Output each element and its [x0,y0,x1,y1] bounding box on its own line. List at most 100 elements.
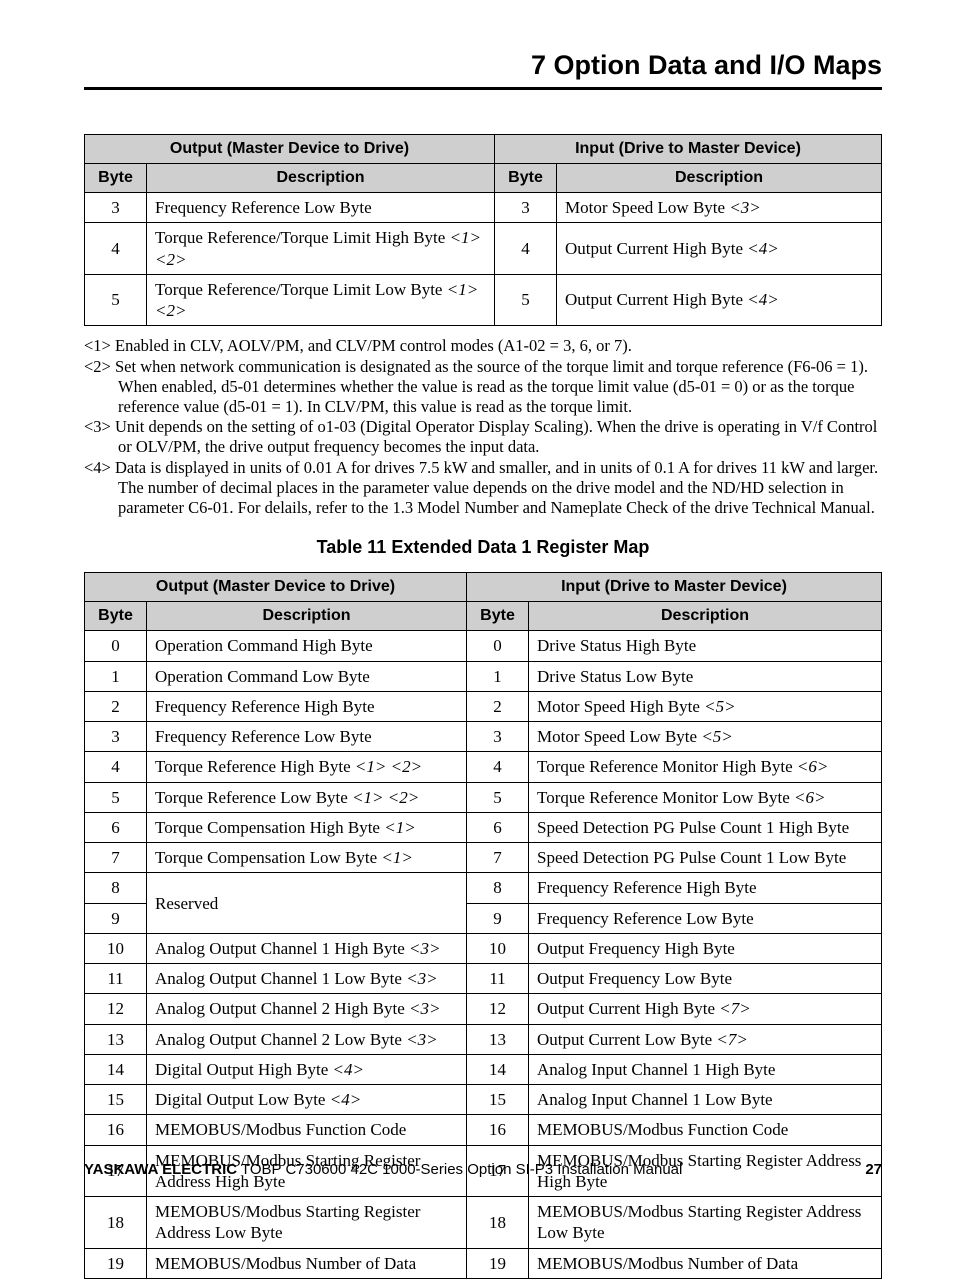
cell-in-byte: 6 [467,812,529,842]
cell-out-desc: Analog Output Channel 1 Low Byte <3> [147,964,467,994]
cell-in-byte: 11 [467,964,529,994]
cell-in-desc: Output Frequency High Byte [529,933,882,963]
table-row: 19MEMOBUS/Modbus Number of Data19MEMOBUS… [85,1248,882,1278]
footnote-line: <1> Enabled in CLV, AOLV/PM, and CLV/PM … [84,336,882,356]
footnote-ref: <4> [747,290,778,309]
cell-out-byte: 8 [85,873,147,903]
cell-in-byte: 19 [467,1248,529,1278]
cell-out-byte: 3 [85,722,147,752]
cell-in-desc: Drive Status Low Byte [529,661,882,691]
footnote-line: <2> Set when network communication is de… [84,357,882,416]
cell-in-byte: 4 [467,752,529,782]
cell-in-desc: Output Current Low Byte <7> [529,1024,882,1054]
cell-out-byte: 4 [85,752,147,782]
cell-out-byte: 1 [85,661,147,691]
table-row: 0Operation Command High Byte0Drive Statu… [85,631,882,661]
cell-in-desc: Motor Speed Low Byte <5> [529,722,882,752]
table-row: 8Reserved8Frequency Reference High Byte [85,873,882,903]
cell-out-byte: 10 [85,933,147,963]
cell-in-byte: 14 [467,1054,529,1084]
cell-out-byte: 16 [85,1115,147,1145]
footnote-ref: <3> [729,198,760,217]
cell-in-byte: 8 [467,873,529,903]
cell-out-byte: 18 [85,1197,147,1249]
footnote-ref: <3> [406,1030,437,1049]
cell-out-desc: Operation Command High Byte [147,631,467,661]
th-byte: Byte [467,602,529,631]
cell-in-desc: Torque Reference Monitor High Byte <6> [529,752,882,782]
cell-out-desc: Torque Compensation Low Byte <1> [147,843,467,873]
cell-in-byte: 7 [467,843,529,873]
th-input: Input (Drive to Master Device) [467,573,882,602]
table-row: 2Frequency Reference High Byte2Motor Spe… [85,691,882,721]
cell-in-desc: Output Frequency Low Byte [529,964,882,994]
cell-in-desc: MEMOBUS/Modbus Starting Register Address… [529,1197,882,1249]
footnote-ref: <5> [704,697,735,716]
footnote-ref: <6> [794,788,825,807]
cell-in-desc: MEMOBUS/Modbus Function Code [529,1115,882,1145]
cell-out-desc: Analog Output Channel 1 High Byte <3> [147,933,467,963]
cell-out-byte: 9 [85,903,147,933]
table-row: 15Digital Output Low Byte <4>15Analog In… [85,1085,882,1115]
table-row: 10Analog Output Channel 1 High Byte <3>1… [85,933,882,963]
table-row: 4Torque Reference High Byte <1> <2>4Torq… [85,752,882,782]
cell-in-byte: 13 [467,1024,529,1054]
th-output: Output (Master Device to Drive) [85,573,467,602]
cell-out-desc: Analog Output Channel 2 Low Byte <3> [147,1024,467,1054]
cell-in-byte: 3 [467,722,529,752]
footnote-ref: <1> [384,818,415,837]
footnote-ref: <7> [719,999,750,1018]
table-row: 14Digital Output High Byte <4>14Analog I… [85,1054,882,1084]
footnote-ref: <1> <2> [155,228,481,268]
table-row: 12Analog Output Channel 2 High Byte <3>1… [85,994,882,1024]
footnote-ref: <5> [701,727,732,746]
table-row: 13Analog Output Channel 2 Low Byte <3>13… [85,1024,882,1054]
th-byte: Byte [495,164,557,193]
footnote-ref: <6> [797,757,828,776]
cell-in-byte: 3 [495,193,557,223]
cell-in-byte: 1 [467,661,529,691]
cell-out-desc: Reserved [147,873,467,934]
footnote-ref: <1> [381,848,412,867]
cell-out-desc: Frequency Reference Low Byte [147,193,495,223]
th-byte: Byte [85,602,147,631]
cell-in-desc: Output Current High Byte <4> [557,274,882,326]
cell-out-byte: 7 [85,843,147,873]
footnote-ref: <4> [333,1060,364,1079]
table-caption: Table 11 Extended Data 1 Register Map [84,537,882,558]
cell-in-desc: Output Current High Byte <7> [529,994,882,1024]
th-byte: Byte [85,164,147,193]
footnotes: <1> Enabled in CLV, AOLV/PM, and CLV/PM … [84,336,882,517]
table-basic-map: Output (Master Device to Drive) Input (D… [84,134,882,326]
cell-in-byte: 12 [467,994,529,1024]
cell-out-desc: Operation Command Low Byte [147,661,467,691]
cell-out-byte: 6 [85,812,147,842]
cell-out-desc: Digital Output High Byte <4> [147,1054,467,1084]
table-row: 3Frequency Reference Low Byte3Motor Spee… [85,193,882,223]
cell-out-byte: 5 [85,274,147,326]
cell-in-desc: Speed Detection PG Pulse Count 1 High By… [529,812,882,842]
cell-in-desc: Analog Input Channel 1 High Byte [529,1054,882,1084]
table-row: 5Torque Reference/Torque Limit Low Byte … [85,274,882,326]
cell-out-byte: 19 [85,1248,147,1278]
table-row: 1Operation Command Low Byte1Drive Status… [85,661,882,691]
th-desc: Description [147,602,467,631]
cell-in-byte: 10 [467,933,529,963]
cell-out-desc: Digital Output Low Byte <4> [147,1085,467,1115]
cell-out-byte: 11 [85,964,147,994]
footnote-ref: <7> [716,1030,747,1049]
cell-out-desc: Torque Reference/Torque Limit High Byte … [147,223,495,275]
cell-out-desc: MEMOBUS/Modbus Number of Data [147,1248,467,1278]
table-row: 16MEMOBUS/Modbus Function Code16MEMOBUS/… [85,1115,882,1145]
table-row: 5Torque Reference Low Byte <1> <2>5Torqu… [85,782,882,812]
cell-in-byte: 18 [467,1197,529,1249]
footnote-ref: <1> <2> [155,280,478,320]
cell-in-desc: Speed Detection PG Pulse Count 1 Low Byt… [529,843,882,873]
page-footer: YASKAWA ELECTRIC TOBP C730600 42C 1000-S… [84,1161,882,1178]
cell-in-byte: 16 [467,1115,529,1145]
footer-doc: TOBP C730600 42C 1000-Series Option SI-P… [237,1161,682,1178]
page-number: 27 [865,1161,882,1178]
cell-in-byte: 5 [495,274,557,326]
table-row: 4Torque Reference/Torque Limit High Byte… [85,223,882,275]
section-header: 7 Option Data and I/O Maps [84,50,882,90]
